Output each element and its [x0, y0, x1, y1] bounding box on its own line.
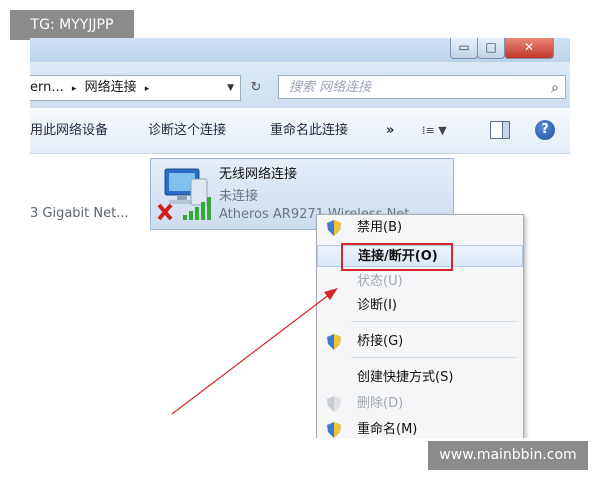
maximize-button[interactable]: □: [477, 38, 505, 59]
refresh-icon[interactable]: ↻: [244, 77, 268, 99]
connections-list: 3 Gigabit Net... 无线网络连接 未连接 Atheros AR92…: [30, 154, 570, 438]
explorer-window: ▭ □ ✕ ern... ▸ 网络连接 ▸ ▼ ↻ 搜索 网络连接 ⌕ 用此网络…: [30, 38, 570, 438]
watermark-top-left: TG: MYYJJPP: [10, 10, 134, 40]
minimize-button[interactable]: ▭: [450, 38, 478, 59]
title-bar: ▭ □ ✕: [30, 38, 570, 62]
rename-connection-button[interactable]: 重命名此连接: [270, 108, 348, 153]
breadcrumb-segment-network[interactable]: 网络连接: [85, 80, 137, 95]
search-icon[interactable]: ⌕: [551, 76, 559, 100]
command-bar: 用此网络设备 诊断这个连接 重命名此连接 » ⁞≡ ▼ ?: [30, 108, 570, 154]
watermark-bottom-right: www.mainbbin.com: [428, 441, 588, 470]
search-input[interactable]: 搜索 网络连接 ⌕: [278, 75, 566, 99]
address-dropdown-icon[interactable]: ▼: [227, 76, 234, 100]
address-bar[interactable]: ern... ▸ 网络连接 ▸ ▼: [30, 75, 241, 101]
change-view-icon[interactable]: ⁞≡ ▼: [422, 120, 454, 142]
close-button[interactable]: ✕: [504, 38, 554, 59]
more-commands-button[interactable]: »: [386, 108, 394, 153]
search-placeholder: 搜索 网络连接: [289, 80, 372, 95]
diagnose-connection-button[interactable]: 诊断这个连接: [148, 108, 226, 153]
breadcrumb-segment-parent[interactable]: ern...: [30, 80, 64, 95]
navigation-bar: ern... ▸ 网络连接 ▸ ▼ ↻ 搜索 网络连接 ⌕: [30, 62, 570, 108]
preview-pane-icon[interactable]: [490, 121, 510, 139]
disable-device-button[interactable]: 用此网络设备: [30, 108, 108, 153]
breadcrumb-separator-icon[interactable]: ▸: [72, 84, 77, 94]
breadcrumb-separator-icon[interactable]: ▸: [145, 84, 150, 94]
annotation-arrow: [171, 288, 338, 415]
help-icon[interactable]: ?: [535, 120, 555, 140]
